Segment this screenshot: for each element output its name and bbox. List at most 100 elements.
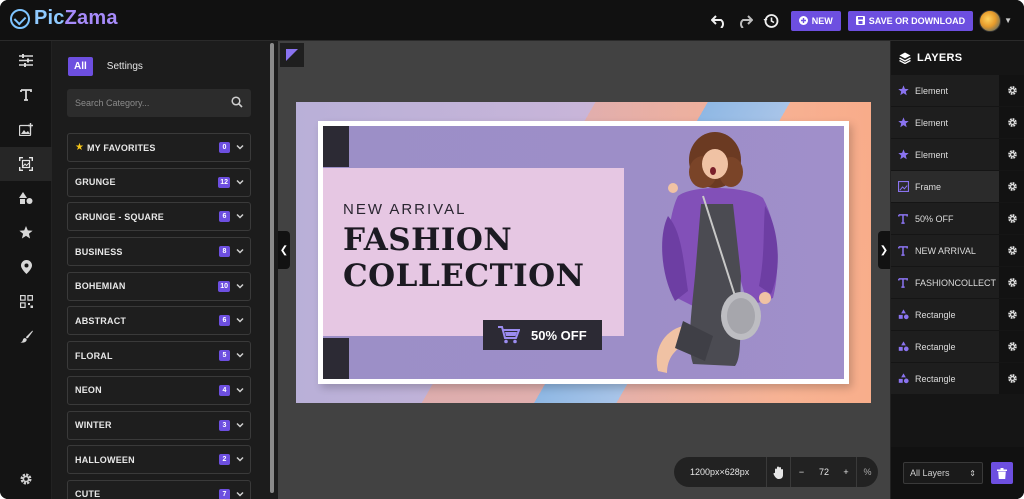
layer-label: Rectangle <box>915 373 956 384</box>
category-item-halloween[interactable]: HALLOWEEN 2 <box>67 445 251 475</box>
gear-icon[interactable] <box>999 203 1024 234</box>
zoom-value[interactable]: 72 <box>812 457 836 487</box>
tab-all[interactable]: All <box>68 57 93 76</box>
layer-row[interactable]: Rectangle <box>891 331 1024 362</box>
sort-arrows-icon: ⇕ <box>969 468 976 478</box>
collapse-right-panel-button[interactable]: ❯ <box>878 231 890 269</box>
gear-icon[interactable] <box>999 331 1024 362</box>
zoom-percent-toggle[interactable]: % <box>856 457 878 487</box>
gear-icon[interactable] <box>999 75 1024 106</box>
rail-item-location[interactable] <box>0 250 52 285</box>
design-frame[interactable]: NEW ARRIVAL FASHION COLLECTION 50% OFF <box>318 121 849 384</box>
category-item-abstract[interactable]: ABSTRACT 6 <box>67 306 251 336</box>
history-icon[interactable] <box>759 9 783 33</box>
category-count-badge: 4 <box>219 384 230 396</box>
category-item-cute[interactable]: CUTE 7 <box>67 479 251 499</box>
collapse-left-panel-button[interactable]: ❮ <box>278 231 290 269</box>
layer-row[interactable]: Rectangle <box>891 299 1024 330</box>
chevron-down-icon <box>236 249 244 254</box>
layer-row[interactable]: Element <box>891 107 1024 138</box>
shapes-icon <box>898 341 909 352</box>
rail-item-frames[interactable] <box>0 146 52 181</box>
title-line-2: COLLECTION <box>343 258 585 294</box>
undo-icon[interactable] <box>707 9 731 33</box>
shapes-icon <box>898 309 909 320</box>
text-icon <box>898 277 908 288</box>
layer-row[interactable]: Element <box>891 75 1024 106</box>
gear-icon[interactable] <box>999 107 1024 138</box>
rail-item-images[interactable] <box>0 112 52 147</box>
fashion-collection-text[interactable]: FASHION COLLECTION <box>343 222 584 294</box>
dark-rectangle-bottom[interactable] <box>323 338 349 379</box>
layer-row-selected[interactable]: Frame <box>891 171 1024 202</box>
new-arrival-text[interactable]: NEW ARRIVAL <box>343 201 466 218</box>
save-or-download-button[interactable]: SAVE OR DOWNLOAD <box>847 10 974 31</box>
gear-icon[interactable] <box>999 299 1024 330</box>
category-label: GRUNGE <box>75 177 116 188</box>
hand-tool-icon[interactable] <box>766 457 790 487</box>
category-item-bohemian[interactable]: BOHEMIAN 10 <box>67 271 251 301</box>
design-canvas[interactable]: NEW ARRIVAL FASHION COLLECTION 50% OFF <box>296 102 871 403</box>
dark-rectangle-top[interactable] <box>323 126 349 167</box>
rail-item-shapes[interactable] <box>0 181 52 216</box>
category-item-neon[interactable]: NEON 4 <box>67 375 251 405</box>
search-icon[interactable] <box>231 96 243 108</box>
search-input[interactable] <box>67 89 217 117</box>
gear-icon[interactable] <box>999 267 1024 298</box>
delete-layer-button[interactable] <box>991 462 1013 484</box>
zoom-out-button[interactable]: − <box>790 457 812 487</box>
discount-badge[interactable]: 50% OFF <box>483 320 602 350</box>
add-image-icon <box>19 122 33 136</box>
chevron-down-icon[interactable]: ▼ <box>1004 16 1012 25</box>
chevron-down-icon <box>236 318 244 323</box>
category-count-badge: 10 <box>218 280 230 292</box>
layer-row[interactable]: Rectangle <box>891 363 1024 394</box>
save-button-label: SAVE OR DOWNLOAD <box>868 15 966 26</box>
avatar[interactable] <box>979 9 1002 32</box>
chevron-down-icon <box>236 214 244 219</box>
gear-icon[interactable] <box>999 235 1024 266</box>
shapes-icon <box>19 191 33 204</box>
fashion-model-photo[interactable] <box>653 126 844 379</box>
panel-tabs: All Settings <box>68 57 149 76</box>
rail-item-qr-code[interactable] <box>0 285 52 320</box>
redo-icon[interactable] <box>733 9 757 33</box>
new-button[interactable]: NEW <box>790 10 841 31</box>
category-count-badge: 3 <box>219 419 230 431</box>
rail-item-elements[interactable] <box>0 216 52 251</box>
tab-settings[interactable]: Settings <box>101 57 149 76</box>
settings-gear-icon[interactable] <box>0 465 52 493</box>
layer-row[interactable]: NEW ARRIVAL <box>891 235 1024 266</box>
category-count-badge: 7 <box>219 488 230 499</box>
category-item-grunge[interactable]: GRUNGE 12 <box>67 167 251 197</box>
rail-item-draw[interactable] <box>0 319 52 354</box>
category-item-business[interactable]: BUSINESS 8 <box>67 237 251 267</box>
category-item-grunge-square[interactable]: GRUNGE - SQUARE 6 <box>67 202 251 232</box>
gear-icon[interactable] <box>999 171 1024 202</box>
layer-row[interactable]: Element <box>891 139 1024 170</box>
logo[interactable]: PicZama <box>10 7 118 30</box>
zoom-in-button[interactable]: + <box>836 457 856 487</box>
canvas-corner-tool[interactable] <box>280 43 304 67</box>
category-item-my-favorites[interactable]: ★ MY FAVORITES 0 <box>67 133 251 162</box>
gear-icon[interactable] <box>999 363 1024 394</box>
layer-filter-select[interactable]: All Layers ⇕ <box>903 462 983 484</box>
gear-icon[interactable] <box>999 139 1024 170</box>
rail-item-adjustments[interactable] <box>0 43 52 78</box>
category-item-floral[interactable]: FLORAL 5 <box>67 341 251 371</box>
chevron-down-icon <box>236 283 244 289</box>
star-icon: ★ <box>75 142 84 153</box>
canvas-size-label: 1200px×628px <box>690 467 750 477</box>
category-scrollbar[interactable] <box>270 43 274 493</box>
layer-row[interactable]: FASHIONCOLLECT <box>891 267 1024 298</box>
rail-item-text[interactable] <box>0 78 52 113</box>
headline-box[interactable]: NEW ARRIVAL FASHION COLLECTION <box>323 168 624 336</box>
category-label: BOHEMIAN <box>75 281 126 292</box>
logo-text: PicZama <box>34 7 118 29</box>
category-label: HALLOWEEN <box>75 454 135 465</box>
new-button-label: NEW <box>811 15 833 26</box>
layer-row[interactable]: 50% OFF <box>891 203 1024 234</box>
category-item-winter[interactable]: WINTER 3 <box>67 410 251 440</box>
layer-filter-value: All Layers <box>910 468 950 478</box>
category-label: GRUNGE - SQUARE <box>75 211 165 222</box>
